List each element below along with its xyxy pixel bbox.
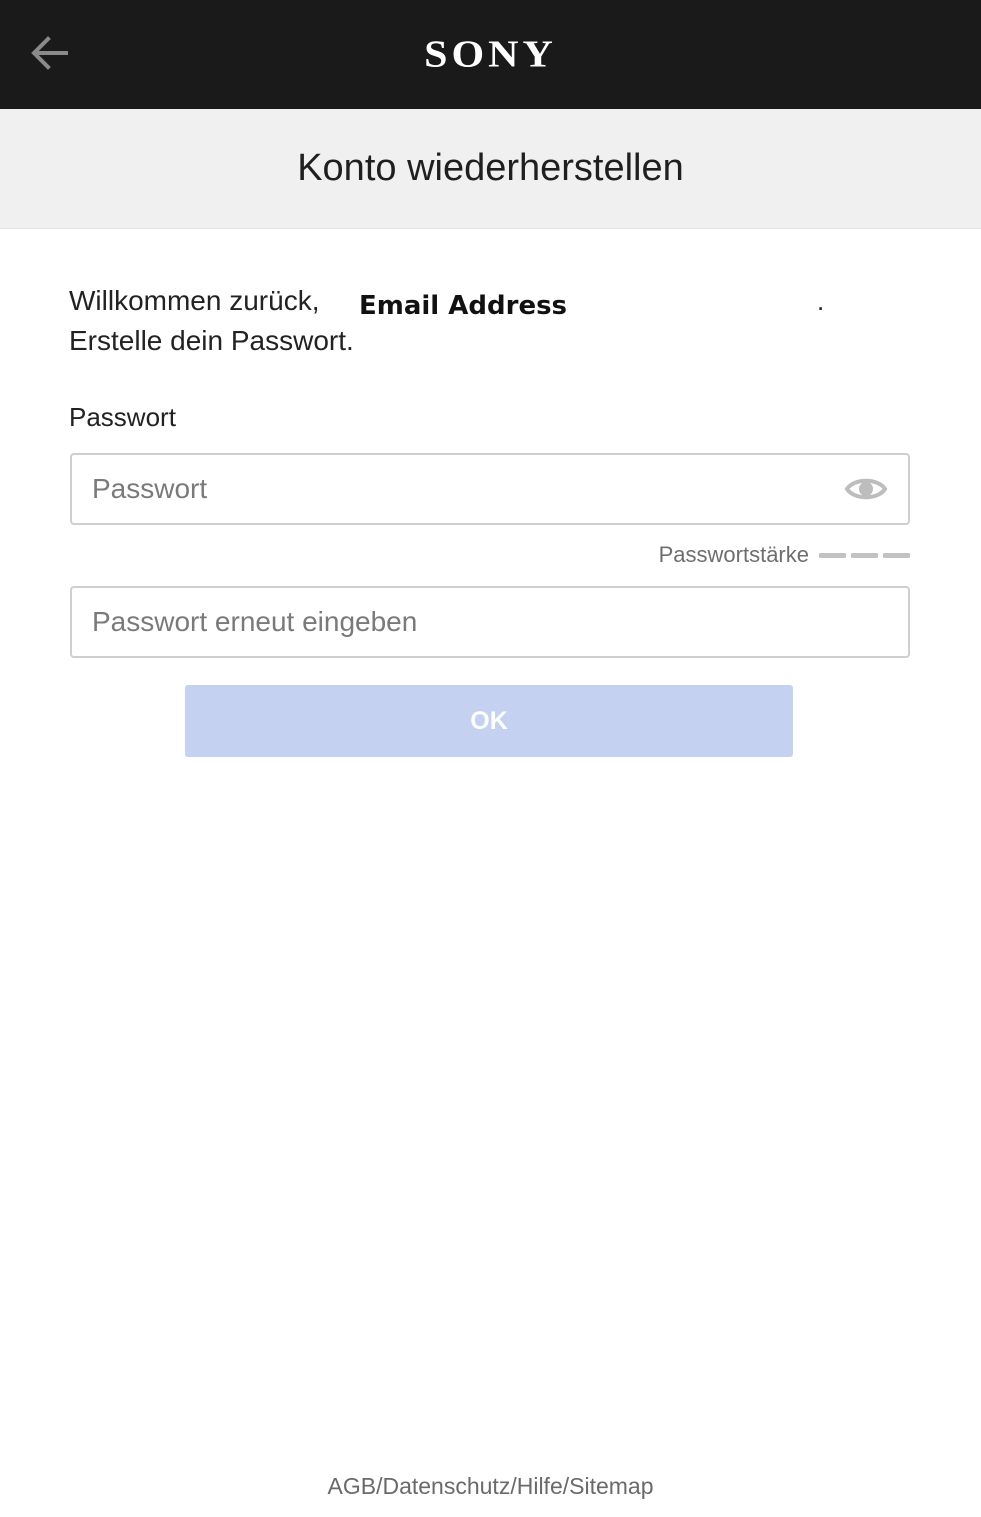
footer-link-hilfe[interactable]: Hilfe <box>517 1473 563 1499</box>
footer-link-datenschutz[interactable]: Datenschutz <box>382 1473 510 1499</box>
welcome-greeting: Willkommen zurück, <box>69 285 320 316</box>
footer-link-agb[interactable]: AGB <box>328 1473 377 1499</box>
confirm-password-input[interactable] <box>72 588 908 656</box>
password-input[interactable] <box>72 455 908 523</box>
welcome-punctuation: . <box>817 286 825 316</box>
password-strength-indicator: Passwortstärke <box>659 540 910 570</box>
confirm-password-field <box>70 586 910 658</box>
password-strength-bars <box>819 552 910 558</box>
password-label: Passwort <box>69 402 176 432</box>
page-title: Konto wiederherstellen <box>297 147 684 189</box>
footer-links: AGB/Datenschutz/Hilfe/Sitemap <box>0 1473 981 1500</box>
password-strength-label: Passwortstärke <box>658 542 809 567</box>
eye-icon <box>844 478 888 500</box>
strength-bar <box>819 552 846 558</box>
strength-bar <box>883 552 910 558</box>
show-password-toggle[interactable] <box>844 472 888 506</box>
footer-link-sitemap[interactable]: Sitemap <box>569 1473 653 1499</box>
page-title-bar: Konto wiederherstellen <box>0 109 981 229</box>
account-email: Email Address <box>359 291 568 321</box>
brand-name: SONY <box>424 33 557 76</box>
password-field <box>70 453 910 525</box>
strength-bar <box>851 552 878 558</box>
top-navigation-bar: SONY <box>0 0 981 109</box>
sony-logo: SONY <box>0 0 981 109</box>
welcome-instruction: Erstelle dein Passwort. <box>69 325 354 356</box>
ok-button[interactable]: OK <box>185 685 793 757</box>
